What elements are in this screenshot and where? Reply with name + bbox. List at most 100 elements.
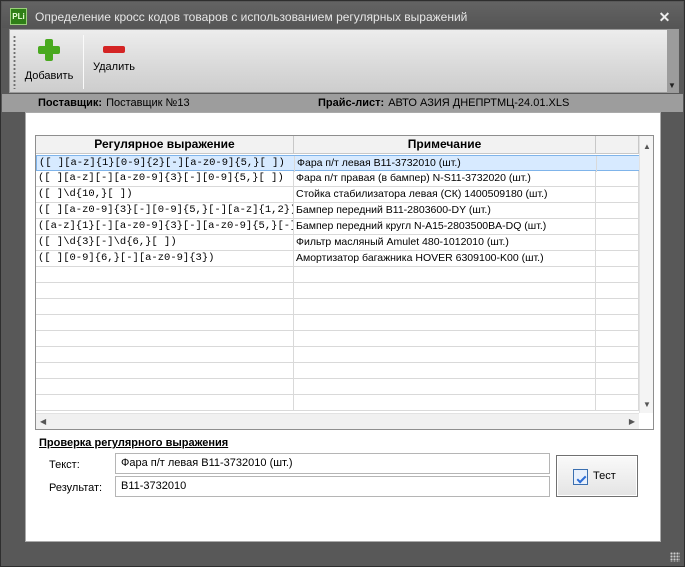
- note-cell[interactable]: [294, 315, 596, 331]
- regex-cell[interactable]: ([ ][a-z]{1}[0-9]{2}[-][a-z0-9]{5,}[ ]): [37, 156, 295, 172]
- table-row[interactable]: ([ ][a-z][-][a-z0-9]{3}[-][0-9]{5,}[ ]) Ф…: [36, 171, 653, 187]
- horizontal-scrollbar[interactable]: ◀ ▶: [36, 413, 639, 429]
- vertical-scrollbar[interactable]: ▲ ▼: [639, 136, 653, 413]
- regex-cell[interactable]: [36, 299, 294, 315]
- test-button-label: Тест: [593, 470, 616, 482]
- note-cell[interactable]: [294, 379, 596, 395]
- scroll-right-icon[interactable]: ▶: [629, 417, 635, 426]
- empty-table-row[interactable]: [36, 347, 653, 363]
- toolbar-grip-icon[interactable]: [13, 35, 16, 89]
- empty-table-row[interactable]: [36, 379, 653, 395]
- empty-table-row[interactable]: [36, 363, 653, 379]
- extra-cell[interactable]: [596, 235, 639, 251]
- regex-cell[interactable]: ([ ]\d{10,}[ ]): [36, 187, 294, 203]
- note-cell[interactable]: [294, 363, 596, 379]
- extra-cell[interactable]: [596, 187, 639, 203]
- table-row[interactable]: ([ ]\d{3}[-]\d{6,}[ ]) Фильтр масляный Am…: [36, 235, 653, 251]
- extra-cell[interactable]: [596, 299, 639, 315]
- note-cell[interactable]: [294, 299, 596, 315]
- regex-cell[interactable]: [36, 379, 294, 395]
- note-cell[interactable]: Бампер передний B11-2803600-DY (шт.): [294, 203, 596, 219]
- extra-cell[interactable]: [596, 267, 639, 283]
- note-cell[interactable]: [294, 267, 596, 283]
- supplier-info: Поставщик: Поставщик №13: [38, 97, 190, 109]
- resize-grip-icon[interactable]: [670, 552, 680, 562]
- note-cell[interactable]: Стойка стабилизатора левая (СК) 14005091…: [294, 187, 596, 203]
- empty-table-row[interactable]: [36, 315, 653, 331]
- empty-table-row[interactable]: [36, 395, 653, 411]
- extra-cell[interactable]: [596, 171, 639, 187]
- toolbar-scroll[interactable]: ▼: [667, 30, 678, 92]
- regex-cell[interactable]: [36, 267, 294, 283]
- note-cell[interactable]: [294, 283, 596, 299]
- pricelist-value: АВТО АЗИЯ ДНЕПРТМЦ-24.01.XLS: [388, 97, 570, 109]
- column-header-note[interactable]: Примечание: [294, 136, 596, 154]
- column-header-extra[interactable]: [596, 136, 639, 154]
- toolbar-separator: [83, 35, 84, 89]
- window-title: Определение кросс кодов товаров с исполь…: [35, 10, 468, 24]
- regex-cell[interactable]: [36, 283, 294, 299]
- empty-table-row[interactable]: [36, 267, 653, 283]
- extra-cell[interactable]: [596, 379, 639, 395]
- test-button[interactable]: Тест: [556, 455, 638, 497]
- regex-grid[interactable]: Регулярное выражение Примечание ([ ][a-z…: [35, 135, 654, 430]
- add-button-label: Добавить: [24, 70, 74, 82]
- extra-cell[interactable]: [596, 363, 639, 379]
- extra-cell[interactable]: [596, 315, 639, 331]
- regex-cell[interactable]: ([a-z]{1}[-][a-z0-9]{3}[-][a-z0-9]{5,}[-…: [36, 219, 294, 235]
- scroll-down-icon[interactable]: ▼: [643, 400, 651, 409]
- delete-button-label: Удалить: [93, 61, 135, 73]
- result-label: Результат:: [49, 482, 103, 494]
- regex-cell[interactable]: [36, 315, 294, 331]
- extra-cell[interactable]: [596, 283, 639, 299]
- main-window: PLi Определение кросс кодов товаров с ис…: [0, 0, 685, 567]
- column-header-regex[interactable]: Регулярное выражение: [36, 136, 294, 154]
- note-cell[interactable]: [294, 331, 596, 347]
- test-text-input[interactable]: Фара п/т левая B11-3732010 (шт.): [115, 453, 550, 474]
- note-cell[interactable]: Фара п/т левая B11-3732010 (шт.): [295, 156, 597, 172]
- regex-cell[interactable]: [36, 363, 294, 379]
- note-cell[interactable]: Фильтр масляный Amulet 480-1012010 (шт.): [294, 235, 596, 251]
- note-cell[interactable]: Бампер передний кругл N-A15-2803500BA-DQ…: [294, 219, 596, 235]
- extra-cell[interactable]: [596, 347, 639, 363]
- table-row[interactable]: ([ ]\d{10,}[ ]) Стойка стабилизатора лева…: [36, 187, 653, 203]
- title-bar[interactable]: PLi Определение кросс кодов товаров с ис…: [2, 2, 683, 28]
- regex-cell[interactable]: ([ ][a-z][-][a-z0-9]{3}[-][0-9]{5,}[ ]): [36, 171, 294, 187]
- test-check-icon: [573, 469, 588, 485]
- regex-cell[interactable]: [36, 347, 294, 363]
- note-cell[interactable]: Амортизатор багажника HOVER 6309100-K00 …: [294, 251, 596, 267]
- regex-cell[interactable]: ([ ][a-z0-9]{3}[-][0-9]{5,}[-][a-z]{1,2}…: [36, 203, 294, 219]
- note-cell[interactable]: Фара п/т правая (в бампер) N-S11-3732020…: [294, 171, 596, 187]
- table-row[interactable]: ([ ][0-9]{6,}[-][a-z0-9]{3}) Амортизатор …: [36, 251, 653, 267]
- table-row[interactable]: ([ ][a-z]{1}[0-9]{2}[-][a-z0-9]{5,}[ ]) Ф…: [36, 155, 653, 172]
- empty-table-row[interactable]: [36, 331, 653, 347]
- supplier-label: Поставщик:: [38, 97, 103, 109]
- text-label: Текст:: [49, 459, 80, 471]
- toolbar: Добавить Удалить: [9, 29, 679, 93]
- extra-cell[interactable]: [596, 203, 639, 219]
- info-bar: Поставщик: Поставщик №13 Прайс-лист: АВТО …: [2, 94, 683, 112]
- note-cell[interactable]: [294, 395, 596, 411]
- table-row[interactable]: ([a-z]{1}[-][a-z0-9]{3}[-][a-z0-9]{5,}[-…: [36, 219, 653, 235]
- add-button[interactable]: Добавить: [18, 35, 80, 87]
- extra-cell[interactable]: [596, 331, 639, 347]
- close-icon[interactable]: ✕: [657, 10, 672, 25]
- extra-cell[interactable]: [596, 219, 639, 235]
- scroll-left-icon[interactable]: ◀: [40, 417, 46, 426]
- delete-button[interactable]: Удалить: [86, 35, 142, 87]
- empty-table-row[interactable]: [36, 283, 653, 299]
- pricelist-label: Прайс-лист:: [318, 97, 385, 109]
- chevron-down-icon[interactable]: ▼: [668, 81, 676, 90]
- regex-cell[interactable]: [36, 395, 294, 411]
- extra-cell[interactable]: [597, 156, 640, 172]
- table-row[interactable]: ([ ][a-z0-9]{3}[-][0-9]{5,}[-][a-z]{1,2}…: [36, 203, 653, 219]
- empty-table-row[interactable]: [36, 299, 653, 315]
- regex-cell[interactable]: [36, 331, 294, 347]
- pricelist-info: Прайс-лист: АВТО АЗИЯ ДНЕПРТМЦ-24.01.XLS: [318, 97, 569, 109]
- regex-cell[interactable]: ([ ]\d{3}[-]\d{6,}[ ]): [36, 235, 294, 251]
- note-cell[interactable]: [294, 347, 596, 363]
- extra-cell[interactable]: [596, 251, 639, 267]
- scroll-up-icon[interactable]: ▲: [643, 142, 651, 151]
- extra-cell[interactable]: [596, 395, 639, 411]
- regex-cell[interactable]: ([ ][0-9]{6,}[-][a-z0-9]{3}): [36, 251, 294, 267]
